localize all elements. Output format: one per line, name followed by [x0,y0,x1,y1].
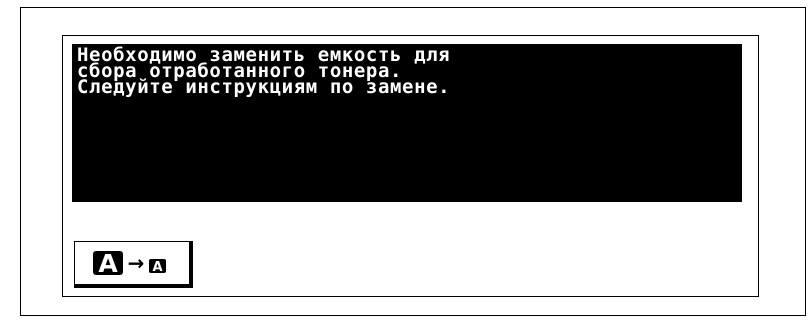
small-glyph: A [152,260,162,275]
font-size-toggle-button[interactable]: A → A [74,241,193,288]
large-glyph: A [98,249,118,278]
arrow-glyph: → [128,251,145,275]
message-display: Необходимо заменить емкость для сбора от… [72,44,742,202]
message-line-3: Следуйте инструкциям по замене. [77,76,451,98]
